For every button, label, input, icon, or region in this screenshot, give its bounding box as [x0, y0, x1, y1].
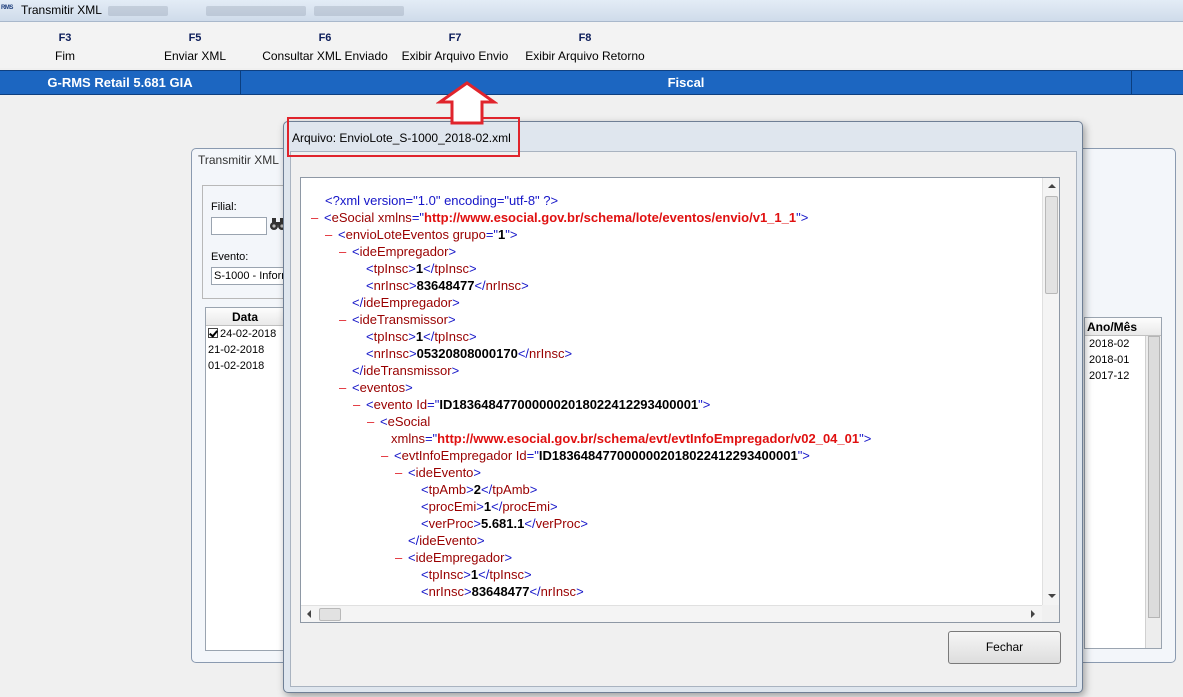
collapse-toggle[interactable]: –: [367, 413, 380, 430]
table-row[interactable]: 24-02-2018: [206, 326, 284, 342]
table-row[interactable]: 21-02-2018: [206, 342, 284, 358]
ano-mes-column-header: Ano/Mês: [1085, 318, 1161, 336]
table-row[interactable]: 01-02-2018: [206, 358, 284, 374]
filial-input[interactable]: [211, 217, 267, 235]
esocial-namespace: http://www.esocial.gov.br/schema/lote/ev…: [424, 210, 797, 225]
tpamb-value: 2: [473, 482, 481, 497]
key-f6: F6: [318, 32, 332, 44]
status-band: G-RMS Retail 5.681 GIA Fiscal: [0, 70, 1183, 95]
scroll-down-arrow[interactable]: [1048, 594, 1056, 598]
xml-horizontal-scrollbar[interactable]: [301, 605, 1043, 622]
scroll-up-arrow[interactable]: [1048, 184, 1056, 188]
background-window-title: Transmitir XML: [198, 153, 279, 167]
filial-label: Filial:: [211, 201, 237, 213]
enviar-xml-button[interactable]: F5 Enviar XML: [150, 32, 240, 63]
consultar-xml-enviado-button[interactable]: F6 Consultar XML Enviado: [259, 32, 391, 63]
consultar-xml-enviado-label: Consultar XML Enviado: [262, 49, 388, 63]
key-f5: F5: [188, 32, 202, 44]
right-grid-scrollbar[interactable]: [1145, 336, 1161, 648]
exibir-arquivo-envio-label: Exibir Arquivo Envio: [401, 49, 509, 63]
background-tab: [314, 6, 404, 16]
evt-id-value: ID1836484770000002018022412293400001: [538, 448, 798, 463]
window-titlebar: RMS Transmitir XML: [0, 0, 1183, 22]
row-checkbox[interactable]: [208, 328, 218, 338]
data-column-header: Data: [206, 308, 284, 326]
xml-declaration: <?xml version="1.0" encoding="utf-8" ?>: [325, 193, 559, 208]
exibir-arquivo-retorno-button[interactable]: F8 Exibir Arquivo Retorno: [521, 32, 649, 63]
collapse-toggle[interactable]: –: [339, 379, 352, 396]
xml-vertical-scrollbar[interactable]: [1042, 178, 1059, 606]
background-tab: [108, 6, 168, 16]
evt-namespace: http://www.esocial.gov.br/schema/evt/evt…: [437, 431, 860, 446]
function-key-toolbar: F3 Fim F5 Enviar XML F6 Consultar XML En…: [0, 22, 1183, 68]
fim-label: Fim: [55, 49, 75, 63]
collapse-toggle[interactable]: –: [311, 209, 324, 226]
collapse-toggle[interactable]: –: [395, 464, 408, 481]
nrinsc-value: 83648477: [471, 584, 530, 599]
module-label: Fiscal: [241, 71, 1132, 94]
evento-id-value: ID1836484770000002018022412293400001: [439, 397, 699, 412]
nrinsc-value: 05320808000170: [416, 346, 518, 361]
collapse-toggle[interactable]: –: [395, 549, 408, 566]
highlight-up-arrow: [436, 81, 498, 125]
right-data-grid: Ano/Mês 2018-02 2018-01 2017-12: [1084, 317, 1162, 649]
key-f3: F3: [58, 32, 72, 44]
background-tab: [206, 6, 306, 16]
fim-button[interactable]: F3 Fim: [40, 32, 90, 63]
scrollbar-thumb[interactable]: [1045, 196, 1058, 294]
key-f7: F7: [448, 32, 462, 44]
xml-viewer[interactable]: <?xml version="1.0" encoding="utf-8" ?> …: [300, 177, 1060, 623]
row-date: 24-02-2018: [220, 328, 277, 340]
scroll-right-arrow[interactable]: [1031, 610, 1035, 618]
collapse-toggle[interactable]: –: [339, 243, 352, 260]
evento-label: Evento:: [211, 251, 249, 263]
row-date: 21-02-2018: [208, 344, 265, 356]
scrollbar-thumb[interactable]: [319, 608, 341, 621]
system-version-label: G-RMS Retail 5.681 GIA: [0, 71, 241, 94]
exibir-arquivo-retorno-label: Exibir Arquivo Retorno: [525, 49, 645, 63]
verproc-value: 5.681.1: [480, 516, 525, 531]
rms-app-icon: RMS: [1, 5, 13, 11]
evento-select[interactable]: S-1000 - Inform: [211, 267, 291, 285]
scroll-left-arrow[interactable]: [307, 610, 311, 618]
xml-viewer-dialog: Arquivo: EnvioLote_S-1000_2018-02.xml <?…: [283, 121, 1083, 693]
collapse-toggle[interactable]: –: [353, 396, 366, 413]
row-date: 01-02-2018: [208, 360, 265, 372]
xml-content: <?xml version="1.0" encoding="utf-8" ?> …: [311, 193, 872, 599]
exibir-arquivo-envio-button[interactable]: F7 Exibir Arquivo Envio: [398, 32, 512, 63]
collapse-toggle[interactable]: –: [325, 226, 338, 243]
window-title: Transmitir XML: [21, 3, 102, 17]
left-data-grid: Data 24-02-2018 21-02-2018 01-02-2018: [205, 307, 285, 651]
scrollbar-corner: [1042, 605, 1059, 622]
collapse-toggle[interactable]: –: [339, 311, 352, 328]
scrollbar-thumb[interactable]: [1148, 336, 1160, 618]
collapse-toggle[interactable]: –: [381, 447, 394, 464]
enviar-xml-label: Enviar XML: [163, 49, 227, 63]
nrinsc-value: 83648477: [416, 278, 475, 293]
fechar-button[interactable]: Fechar: [948, 631, 1061, 664]
key-f8: F8: [578, 32, 592, 44]
